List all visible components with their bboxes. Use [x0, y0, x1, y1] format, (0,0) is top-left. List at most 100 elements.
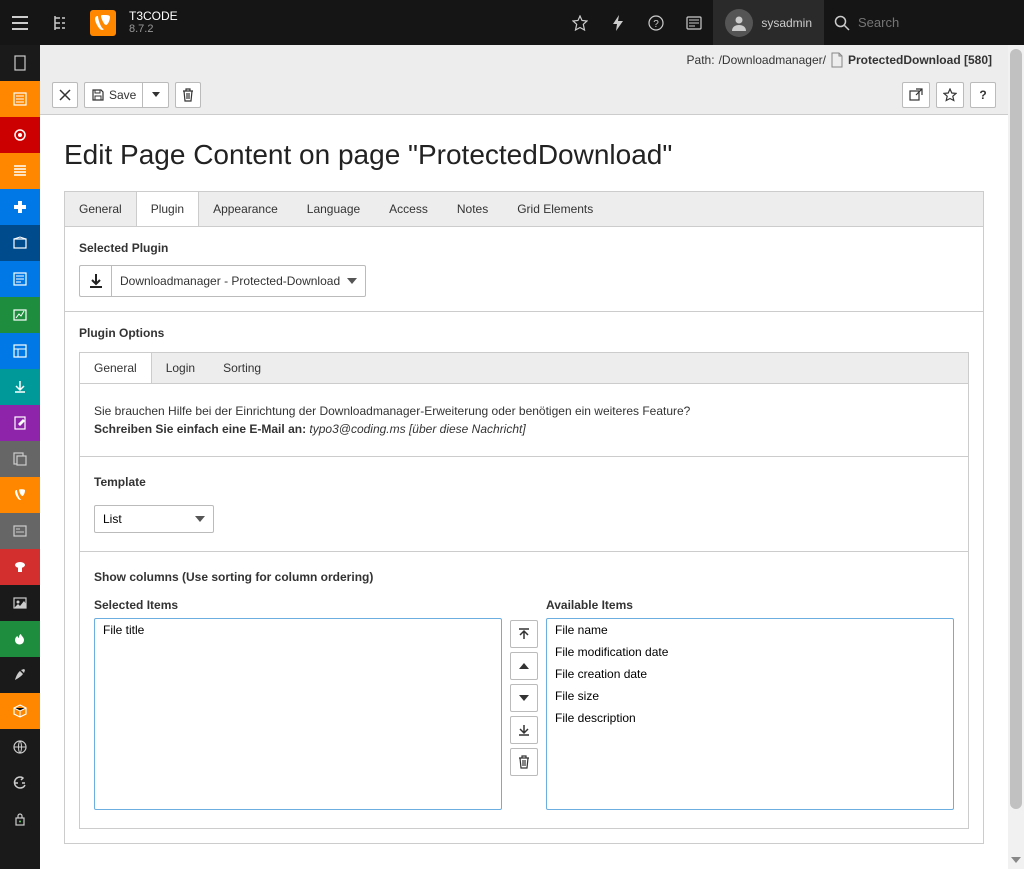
scrollbar-arrow-down-icon[interactable]	[1008, 853, 1024, 867]
module-item[interactable]	[0, 117, 40, 153]
tree-toggle-icon[interactable]	[40, 0, 80, 45]
user-menu[interactable]: sysadmin	[713, 0, 824, 45]
selected-plugin-label: Selected Plugin	[79, 241, 969, 255]
scrollbar-thumb[interactable]	[1010, 49, 1022, 809]
plugin-subpanel: Sie brauchen Hilfe bei der Einrichtung d…	[79, 383, 969, 829]
list-item[interactable]: File modification date	[547, 641, 953, 663]
move-bottom-button[interactable]	[510, 716, 538, 744]
help-line2-italic: typo3@coding.ms [über diese Nachricht]	[309, 422, 525, 436]
help-line1: Sie brauchen Hilfe bei der Einrichtung d…	[94, 402, 954, 420]
module-item[interactable]	[0, 477, 40, 513]
plugin-subtabs: General Login Sorting	[79, 352, 969, 383]
open-new-window-button[interactable]	[902, 82, 930, 108]
module-item[interactable]	[0, 405, 40, 441]
page-title: Edit Page Content on page "ProtectedDown…	[64, 139, 984, 171]
help-icon[interactable]: ?	[637, 0, 675, 45]
menu-burger-icon[interactable]	[0, 0, 40, 45]
search-box[interactable]	[824, 0, 1024, 45]
tab-access[interactable]: Access	[375, 192, 443, 226]
module-item[interactable]	[0, 369, 40, 405]
tab-grid-elements[interactable]: Grid Elements	[503, 192, 608, 226]
save-dropdown-button[interactable]	[143, 82, 169, 108]
selected-items-label: Selected Items	[94, 598, 502, 612]
module-item[interactable]	[0, 261, 40, 297]
remove-item-button[interactable]	[510, 748, 538, 776]
plugin-options-panel: Plugin Options General Login Sorting Sie…	[64, 312, 984, 844]
list-item[interactable]: File title	[95, 619, 501, 641]
subtab-login[interactable]: Login	[152, 353, 209, 383]
external-link-icon	[909, 88, 923, 102]
move-top-button[interactable]	[510, 620, 538, 648]
module-item[interactable]	[0, 333, 40, 369]
flash-icon[interactable]	[599, 0, 637, 45]
module-item[interactable]	[0, 621, 40, 657]
brand-name: T3CODE	[129, 9, 178, 23]
module-item[interactable]	[0, 297, 40, 333]
module-item[interactable]	[0, 441, 40, 477]
move-up-button[interactable]	[510, 652, 538, 680]
help-line2-bold: Schreiben Sie einfach eine E-Mail an:	[94, 422, 306, 436]
module-item[interactable]	[0, 549, 40, 585]
path-label: Path:	[687, 53, 715, 67]
search-icon	[834, 15, 850, 31]
list-item[interactable]: File name	[547, 619, 953, 641]
move-down-button[interactable]	[510, 684, 538, 712]
module-item[interactable]	[0, 801, 40, 837]
subtab-sorting[interactable]: Sorting	[209, 353, 275, 383]
brand: T3CODE 8.7.2	[129, 9, 178, 37]
list-item[interactable]: File description	[547, 707, 953, 729]
module-item[interactable]	[0, 81, 40, 117]
template-select[interactable]: List	[94, 505, 214, 533]
module-item[interactable]	[0, 693, 40, 729]
module-item[interactable]	[0, 189, 40, 225]
path-bar: Path: /Downloadmanager/ ProtectedDownloa…	[40, 45, 1008, 75]
chevron-down-icon	[152, 92, 160, 97]
tab-general[interactable]: General	[65, 192, 137, 226]
module-item[interactable]	[0, 729, 40, 765]
path-page-title: ProtectedDownload [580]	[848, 53, 992, 67]
available-items-listbox[interactable]: File nameFile modification dateFile crea…	[546, 618, 954, 810]
subtab-general[interactable]: General	[80, 353, 152, 383]
vertical-scrollbar[interactable]	[1008, 45, 1024, 869]
tab-plugin[interactable]: Plugin	[136, 192, 199, 226]
path-value: /Downloadmanager/	[719, 53, 826, 67]
save-button[interactable]: Save	[84, 82, 143, 108]
tab-language[interactable]: Language	[293, 192, 375, 226]
list-item[interactable]: File creation date	[547, 663, 953, 685]
main-tabs: General Plugin Appearance Language Acces…	[64, 191, 984, 226]
plugin-options-label: Plugin Options	[79, 326, 969, 340]
news-icon[interactable]	[675, 0, 713, 45]
selected-items-listbox[interactable]: File title	[94, 618, 502, 810]
module-sidebar	[0, 45, 40, 869]
bookmark-button[interactable]	[936, 82, 964, 108]
close-button[interactable]	[52, 82, 78, 108]
delete-button[interactable]	[175, 82, 201, 108]
context-help-button[interactable]: ?	[970, 82, 996, 108]
template-label: Template	[94, 475, 954, 489]
close-icon	[59, 89, 71, 101]
save-icon	[91, 88, 105, 102]
bookmark-star-icon[interactable]	[561, 0, 599, 45]
module-item[interactable]	[0, 513, 40, 549]
path-page[interactable]: ProtectedDownload [580]	[830, 52, 992, 68]
trash-icon	[182, 88, 194, 102]
save-label: Save	[109, 88, 136, 102]
search-input[interactable]	[858, 15, 1008, 30]
columns-heading: Show columns (Use sorting for column ord…	[94, 570, 954, 584]
list-item[interactable]: File size	[547, 685, 953, 707]
module-item[interactable]	[0, 585, 40, 621]
tab-appearance[interactable]: Appearance	[199, 192, 293, 226]
selected-plugin-panel: Selected Plugin Downloadmanager - Protec…	[64, 226, 984, 312]
module-item[interactable]	[0, 765, 40, 801]
page-icon	[830, 52, 844, 68]
module-item[interactable]	[0, 153, 40, 189]
typo3-logo-icon	[80, 0, 125, 45]
template-block: Template List	[80, 457, 968, 552]
module-item[interactable]	[0, 657, 40, 693]
svg-text:?: ?	[654, 19, 660, 30]
plugin-select[interactable]: Downloadmanager - Protected-Download	[111, 265, 366, 297]
module-item[interactable]	[0, 225, 40, 261]
tab-notes[interactable]: Notes	[443, 192, 503, 226]
columns-block: Show columns (Use sorting for column ord…	[80, 552, 968, 828]
module-item[interactable]	[0, 45, 40, 81]
